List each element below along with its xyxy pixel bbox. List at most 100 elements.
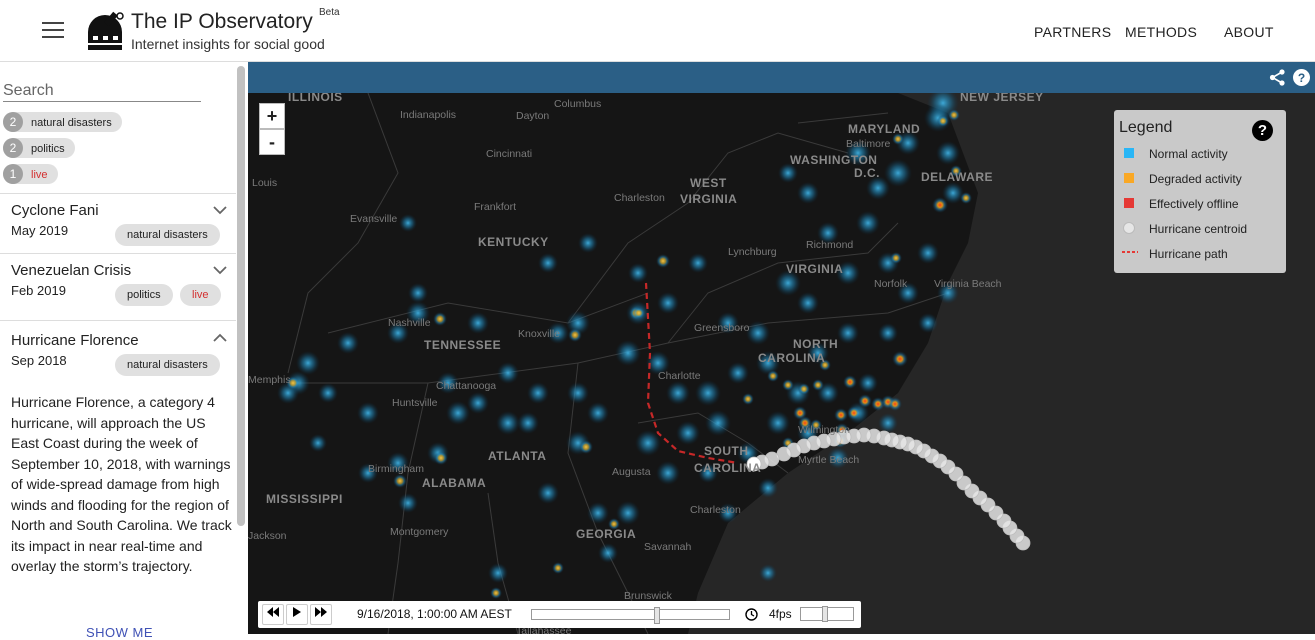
time-slider-handle[interactable] <box>654 607 661 624</box>
filter-label: natural disasters <box>31 117 112 129</box>
svg-text:CAROLINA: CAROLINA <box>694 461 761 475</box>
legend-item: Normal activity <box>1149 147 1228 161</box>
zoom-in-button[interactable]: + <box>259 103 285 129</box>
svg-text:SOUTH: SOUTH <box>704 444 749 458</box>
svg-text:Savannah: Savannah <box>644 541 691 553</box>
divider <box>0 253 236 254</box>
svg-text:WASHINGTON: WASHINGTON <box>790 153 877 167</box>
svg-text:CAROLINA: CAROLINA <box>758 351 825 365</box>
svg-text:Greensboro: Greensboro <box>694 322 750 334</box>
svg-text:D.C.: D.C. <box>854 166 880 180</box>
svg-text:WEST: WEST <box>690 176 727 190</box>
help-icon[interactable]: ? <box>1293 69 1310 86</box>
show-more-link[interactable]: SHOW ME <box>86 625 153 640</box>
event-date: Feb 2019 <box>11 283 66 298</box>
svg-text:VIRGINIA: VIRGINIA <box>786 262 843 276</box>
event-tag[interactable]: natural disasters <box>115 224 220 246</box>
step-forward-button[interactable] <box>310 604 332 625</box>
filter-chip-live[interactable]: 1 live <box>3 164 58 184</box>
hurricane-path-swatch <box>1122 251 1138 253</box>
time-player: 9/16/2018, 1:00:00 AM AEST 4fps <box>258 601 861 628</box>
filter-chip-politics[interactable]: 2 politics <box>3 138 75 158</box>
beta-badge: Beta <box>319 7 340 18</box>
fps-slider[interactable] <box>800 606 854 622</box>
svg-text:?: ? <box>1298 71 1305 85</box>
svg-text:Richmond: Richmond <box>806 239 853 251</box>
svg-text:Chattanooga: Chattanooga <box>436 380 496 392</box>
svg-text:Evansville: Evansville <box>350 213 397 225</box>
divider <box>0 193 236 194</box>
divider <box>0 320 236 321</box>
svg-text:ATLANTA: ATLANTA <box>488 449 546 463</box>
rewind-icon <box>267 607 279 617</box>
nav-about[interactable]: ABOUT <box>1224 24 1274 40</box>
event-tag[interactable]: politics <box>115 284 173 306</box>
svg-text:Norfolk: Norfolk <box>874 278 908 290</box>
chevron-down-icon[interactable] <box>213 205 227 215</box>
current-timestamp: 9/16/2018, 1:00:00 AM AEST <box>357 607 512 621</box>
observatory-logo-icon <box>86 11 124 50</box>
normal-activity-swatch <box>1124 148 1134 158</box>
legend-help-icon[interactable]: ? <box>1252 120 1273 141</box>
svg-text:MARYLAND: MARYLAND <box>848 122 920 136</box>
chevron-down-icon[interactable] <box>213 265 227 275</box>
fps-slider-handle[interactable] <box>821 606 828 622</box>
svg-text:Charleston: Charleston <box>614 192 665 204</box>
step-back-button[interactable] <box>262 604 284 625</box>
menu-icon[interactable] <box>42 22 64 38</box>
nav-partners[interactable]: PARTNERS <box>1034 24 1111 40</box>
zoom-out-button[interactable]: - <box>259 129 285 155</box>
hurricane-centroid-swatch <box>1123 222 1135 234</box>
svg-text:NORTH: NORTH <box>793 337 838 351</box>
svg-text:Montgomery: Montgomery <box>390 526 449 538</box>
filter-label: politics <box>31 143 65 155</box>
time-slider[interactable] <box>531 607 730 624</box>
svg-text:TENNESSEE: TENNESSEE <box>424 338 501 352</box>
legend-title: Legend <box>1119 119 1173 136</box>
chevron-up-icon[interactable] <box>213 333 227 343</box>
degraded-activity-swatch <box>1124 173 1134 183</box>
event-title-cyclone-fani[interactable]: Cyclone Fani <box>11 202 99 219</box>
share-icon[interactable] <box>1269 69 1286 86</box>
svg-text:ALABAMA: ALABAMA <box>422 476 486 490</box>
svg-text:Cincinnati: Cincinnati <box>486 148 532 160</box>
play-icon <box>293 607 301 617</box>
svg-text:ILLINOIS: ILLINOIS <box>288 93 343 104</box>
svg-text:NEW JERSEY: NEW JERSEY <box>960 93 1044 104</box>
svg-text:Charleston: Charleston <box>690 504 741 516</box>
filter-count: 2 <box>3 112 23 132</box>
svg-text:GEORGIA: GEORGIA <box>576 527 636 541</box>
svg-text:Virginia Beach: Virginia Beach <box>934 278 1002 290</box>
svg-text:DELAWARE: DELAWARE <box>921 170 993 184</box>
svg-text:Lynchburg: Lynchburg <box>728 246 777 258</box>
filter-count: 2 <box>3 138 23 158</box>
svg-text:Augusta: Augusta <box>612 466 651 478</box>
app-subtitle: Internet insights for social good <box>131 36 325 52</box>
event-title-venezuelan-crisis[interactable]: Venezuelan Crisis <box>11 262 131 279</box>
map-legend: Legend ? Normal activity Degraded activi… <box>1114 110 1286 273</box>
legend-item: Degraded activity <box>1149 172 1242 186</box>
svg-text:Myrtle Beach: Myrtle Beach <box>798 454 859 466</box>
app-title[interactable]: The IP Observatory <box>131 10 313 34</box>
filter-chip-natural-disasters[interactable]: 2 natural disasters <box>3 112 122 132</box>
svg-text:Frankfort: Frankfort <box>474 201 516 213</box>
svg-text:Columbus: Columbus <box>554 98 601 110</box>
nav-methods[interactable]: METHODS <box>1125 24 1197 40</box>
filter-count: 1 <box>3 164 23 184</box>
map-toolbar: ? <box>248 62 1315 93</box>
event-tag[interactable]: natural disasters <box>115 354 220 376</box>
sidebar-scrollbar[interactable] <box>237 66 245 526</box>
search-input[interactable] <box>3 80 201 102</box>
play-button[interactable] <box>286 604 308 625</box>
event-tag[interactable]: live <box>180 284 221 306</box>
fast-forward-icon <box>315 607 327 617</box>
svg-text:Nashville: Nashville <box>388 317 431 329</box>
svg-text:Dayton: Dayton <box>516 110 549 122</box>
event-date: May 2019 <box>11 223 69 238</box>
svg-text:MISSISSIPPI: MISSISSIPPI <box>266 492 343 506</box>
legend-item: Hurricane centroid <box>1149 222 1248 236</box>
event-title-hurricane-florence[interactable]: Hurricane Florence <box>11 332 139 349</box>
svg-text:Louis: Louis <box>252 177 277 189</box>
filter-label: live <box>31 169 48 181</box>
clock-icon <box>745 608 758 621</box>
